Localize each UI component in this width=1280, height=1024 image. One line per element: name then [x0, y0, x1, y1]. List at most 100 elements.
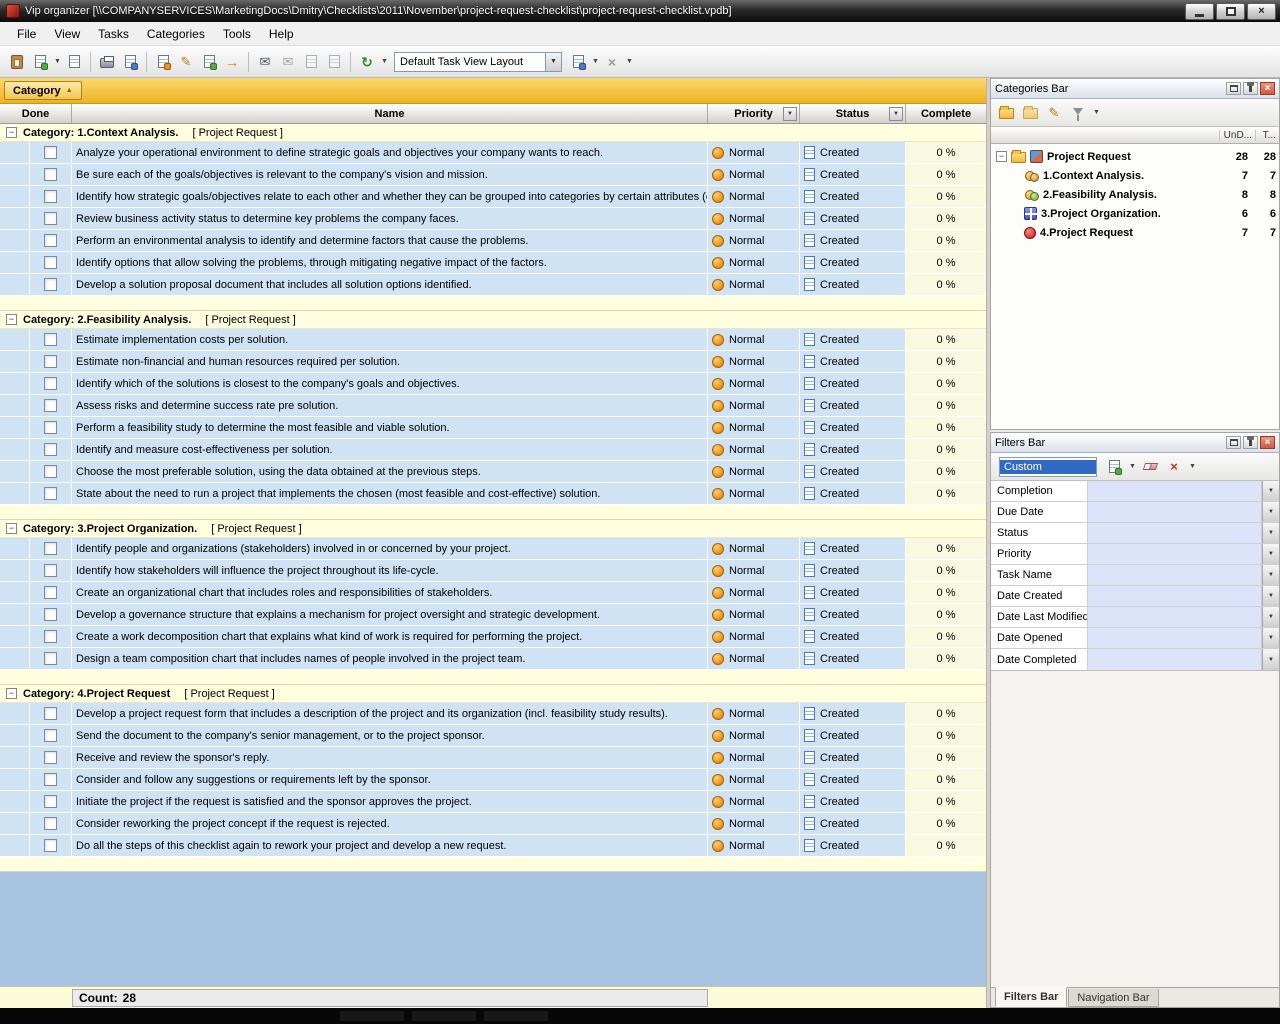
task-name-cell[interactable]: Perform an environmental analysis to ide…: [72, 230, 708, 251]
status-cell[interactable]: Created: [800, 791, 906, 812]
filters-toolbar-dropdown[interactable]: ▼: [1188, 463, 1197, 470]
category-header-row[interactable]: − Category: 1.Context Analysis. [ Projec…: [0, 124, 986, 142]
float-panel-button[interactable]: [1226, 436, 1241, 449]
priority-cell[interactable]: Normal: [708, 230, 800, 251]
status-cell[interactable]: Created: [800, 747, 906, 768]
done-checkbox[interactable]: [44, 795, 57, 808]
task-name-cell[interactable]: Identify which of the solutions is close…: [72, 373, 708, 394]
task-name-cell[interactable]: Identify people and organizations (stake…: [72, 538, 708, 559]
status-cell[interactable]: Created: [800, 329, 906, 350]
status-filter-dropdown[interactable]: ▼: [889, 107, 903, 121]
done-checkbox[interactable]: [44, 817, 57, 830]
priority-cell[interactable]: Normal: [708, 626, 800, 647]
status-cell[interactable]: Created: [800, 560, 906, 581]
status-cell[interactable]: Created: [800, 439, 906, 460]
close-button[interactable]: ×: [1247, 3, 1276, 20]
unarchive-button[interactable]: [323, 51, 345, 73]
category-tree-item[interactable]: − 1.Context Analysis. 7 7: [991, 166, 1279, 185]
menu-tasks[interactable]: Tasks: [89, 24, 138, 44]
task-name-cell[interactable]: Identify how stakeholders will influence…: [72, 560, 708, 581]
status-cell[interactable]: Created: [800, 725, 906, 746]
category-header-row[interactable]: − Category: 2.Feasibility Analysis. [ Pr…: [0, 311, 986, 329]
task-name-cell[interactable]: Send the document to the company's senio…: [72, 725, 708, 746]
categories-toolbar-dropdown[interactable]: ▼: [1092, 109, 1101, 116]
priority-cell[interactable]: Normal: [708, 560, 800, 581]
done-checkbox[interactable]: [44, 608, 57, 621]
done-checkbox[interactable]: [44, 487, 57, 500]
group-by-category-button[interactable]: Category ▲: [4, 81, 82, 100]
priority-cell[interactable]: Normal: [708, 791, 800, 812]
filter-value-field[interactable]: [1088, 481, 1262, 501]
complete-task-button[interactable]: [198, 51, 220, 73]
status-cell[interactable]: Created: [800, 769, 906, 790]
priority-cell[interactable]: Normal: [708, 769, 800, 790]
status-cell[interactable]: Created: [800, 373, 906, 394]
filter-value-field[interactable]: [1088, 649, 1262, 670]
print-preview-button[interactable]: [119, 51, 141, 73]
status-cell[interactable]: Created: [800, 626, 906, 647]
print-button[interactable]: [96, 51, 118, 73]
new-note-dropdown[interactable]: ▼: [53, 58, 62, 65]
status-cell[interactable]: Created: [800, 186, 906, 207]
task-name-cell[interactable]: Be sure each of the goals/objectives is …: [72, 164, 708, 185]
done-checkbox[interactable]: [44, 212, 57, 225]
delete-filter-button[interactable]: ×: [1163, 456, 1185, 478]
category-tree-item[interactable]: − 3.Project Organization. 6 6: [991, 204, 1279, 223]
task-name-cell[interactable]: Create an organizational chart that incl…: [72, 582, 708, 603]
new-category-button[interactable]: [995, 102, 1017, 124]
new-note-button[interactable]: [29, 51, 51, 73]
priority-cell[interactable]: Normal: [708, 461, 800, 482]
menu-categories[interactable]: Categories: [138, 24, 214, 44]
done-checkbox[interactable]: [44, 355, 57, 368]
task-name-cell[interactable]: Develop a governance structure that expl…: [72, 604, 708, 625]
done-checkbox[interactable]: [44, 168, 57, 181]
task-name-cell[interactable]: Review business activity status to deter…: [72, 208, 708, 229]
done-checkbox[interactable]: [44, 773, 57, 786]
toolbar-overflow-dropdown[interactable]: ▼: [625, 58, 634, 65]
priority-cell[interactable]: Normal: [708, 835, 800, 856]
receive-email-button[interactable]: ✉: [277, 51, 299, 73]
priority-cell[interactable]: Normal: [708, 813, 800, 834]
filter-dropdown-button[interactable]: ▼: [1262, 565, 1279, 585]
sync-button[interactable]: ↻: [356, 51, 378, 73]
task-name-cell[interactable]: Do all the steps of this checklist again…: [72, 835, 708, 856]
task-name-cell[interactable]: Perform a feasibility study to determine…: [72, 417, 708, 438]
priority-cell[interactable]: Normal: [708, 329, 800, 350]
filter-dropdown-button[interactable]: ▼: [1262, 481, 1279, 501]
maximize-button[interactable]: [1216, 3, 1245, 20]
filter-dropdown-button[interactable]: ▼: [1262, 544, 1279, 564]
filter-dropdown-button[interactable]: ▼: [1262, 628, 1279, 648]
status-cell[interactable]: Created: [800, 417, 906, 438]
menu-view[interactable]: View: [45, 24, 89, 44]
status-cell[interactable]: Created: [800, 703, 906, 724]
filter-dropdown-button[interactable]: ▼: [1262, 607, 1279, 627]
status-cell[interactable]: Created: [800, 582, 906, 603]
priority-cell[interactable]: Normal: [708, 582, 800, 603]
column-header-status[interactable]: Status ▼: [800, 104, 906, 123]
status-cell[interactable]: Created: [800, 395, 906, 416]
status-cell[interactable]: Created: [800, 164, 906, 185]
filter-dropdown-button[interactable]: ▼: [1262, 523, 1279, 543]
task-name-cell[interactable]: Choose the most preferable solution, usi…: [72, 461, 708, 482]
filter-value-field[interactable]: [1088, 544, 1262, 564]
tab-navigation-bar[interactable]: Navigation Bar: [1068, 989, 1158, 1007]
paste-button[interactable]: [6, 51, 28, 73]
filter-value-field[interactable]: [1088, 628, 1262, 648]
status-cell[interactable]: Created: [800, 648, 906, 669]
collapse-icon[interactable]: −: [996, 151, 1007, 162]
task-name-cell[interactable]: Consider reworking the project concept i…: [72, 813, 708, 834]
done-checkbox[interactable]: [44, 421, 57, 434]
done-checkbox[interactable]: [44, 443, 57, 456]
done-checkbox[interactable]: [44, 256, 57, 269]
filter-value-field[interactable]: [1088, 502, 1262, 522]
filter-dropdown-button[interactable]: ▼: [1262, 649, 1279, 670]
done-checkbox[interactable]: [44, 729, 57, 742]
priority-cell[interactable]: Normal: [708, 703, 800, 724]
done-checkbox[interactable]: [44, 630, 57, 643]
done-checkbox[interactable]: [44, 278, 57, 291]
done-checkbox[interactable]: [44, 707, 57, 720]
task-name-cell[interactable]: Analyze your operational environment to …: [72, 142, 708, 163]
float-panel-button[interactable]: [1226, 82, 1241, 95]
priority-cell[interactable]: Normal: [708, 208, 800, 229]
done-checkbox[interactable]: [44, 234, 57, 247]
